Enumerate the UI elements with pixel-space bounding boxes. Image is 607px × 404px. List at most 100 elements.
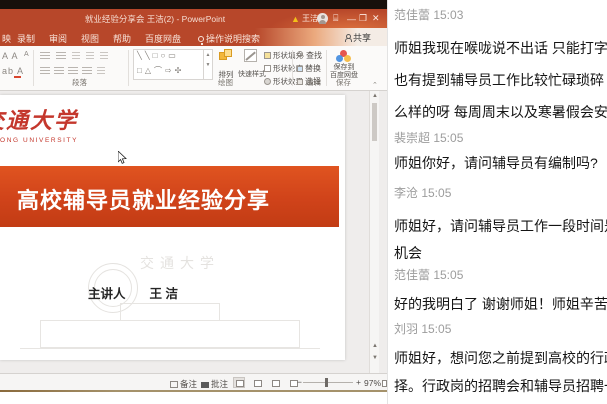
zoom-in-button[interactable]: + (356, 377, 361, 387)
tab-slideshow-partial[interactable]: 映 (2, 32, 11, 45)
university-logo-en: AOTONG UNIVERSITY (0, 137, 78, 144)
watermark-building-top (120, 303, 220, 321)
bullets-button[interactable] (40, 52, 50, 61)
line-spacing-button[interactable] (100, 52, 108, 61)
shape-outline-icon (264, 65, 271, 72)
divider (292, 50, 293, 86)
shape-fill-icon (264, 52, 271, 59)
chat-message: 也有提到辅导员工作比较忙碌琐碎 那么具 (394, 70, 607, 90)
notes-toggle[interactable]: 备注 (170, 378, 197, 390)
comments-icon (201, 382, 209, 388)
align-right-button[interactable] (68, 67, 78, 76)
quick-styles-icon (244, 49, 257, 62)
replace-button[interactable]: 替换 (297, 63, 321, 74)
chat-message: 师姐你好，请问辅导员有编制吗? (394, 153, 607, 173)
normal-view-button[interactable] (233, 377, 245, 388)
watermark-text: 交通大学 (140, 253, 220, 273)
clear-format-button[interactable]: A (24, 51, 31, 58)
chat-author-time: 裴崇超 15:05 (394, 129, 607, 146)
chat-author-time: 刘羽 15:05 (394, 320, 607, 337)
scroll-up-icon[interactable]: ▲ (370, 93, 380, 99)
window-title: 就业经验分享会 王洁(2) - PowerPoint (55, 13, 255, 25)
warning-icon: ▲ (291, 12, 300, 25)
watermark-building (40, 320, 300, 348)
user-avatar[interactable] (317, 13, 328, 24)
fit-to-window-button[interactable] (379, 377, 387, 388)
tab-view[interactable]: 视图 (81, 32, 99, 45)
comments-toggle[interactable]: 批注 (201, 378, 228, 390)
chat-message: 师姐好，请问辅导员工作一段时间是不是有 (394, 216, 607, 236)
chat-author-time: 李沧 15:05 (394, 184, 607, 201)
previous-slide-button[interactable]: ▲ (370, 343, 380, 349)
divider (33, 50, 34, 86)
tab-review[interactable]: 审阅 (49, 32, 67, 45)
align-left-button[interactable] (40, 67, 50, 76)
select-cursor-icon (297, 79, 303, 85)
watermark-groundline (20, 348, 320, 349)
zoom-out-button[interactable]: − (297, 377, 302, 387)
replace-icon (297, 66, 303, 72)
chat-message: 么样的呀 每周周末以及寒暑假会安排工作 (394, 102, 607, 122)
arrange-icon (219, 49, 233, 62)
drawing-group-label: 绘图 (218, 77, 233, 88)
shapes-row-1: ╲╲□○▭ (137, 51, 179, 60)
status-bar: 备注 批注 − + 97% (0, 373, 387, 390)
search-icon (297, 51, 304, 58)
tab-baidu-netdisk[interactable]: 百度网盘 (145, 32, 181, 45)
zoom-slider-track[interactable] (303, 382, 353, 383)
font-color-buttons[interactable]: ab A (2, 66, 24, 76)
align-center-button[interactable] (54, 67, 64, 76)
shape-effects-icon (264, 78, 271, 85)
zoom-slider-thumb[interactable] (325, 378, 328, 387)
slide-editing-area: 交通大学 AOTONG UNIVERSITY 高校辅导员就业经验分享 交通大学 (0, 91, 387, 373)
close-button[interactable]: ✕ (372, 12, 385, 25)
columns-button[interactable] (97, 67, 105, 76)
chat-author-time: 范佳蕾 15:05 (394, 266, 607, 283)
tab-help[interactable]: 帮助 (113, 32, 131, 45)
presenter-label: 主讲人 (88, 287, 126, 301)
slide-title: 高校辅导员就业经验分享 (17, 183, 270, 215)
paragraph-group-label: 段落 (72, 77, 87, 88)
video-top-edge (0, 0, 387, 9)
baidu-netdisk-icon[interactable] (336, 50, 352, 63)
restore-button[interactable]: ❐ (359, 12, 372, 25)
justify-button[interactable] (82, 67, 92, 76)
quick-styles-button[interactable]: 快速样式 (238, 49, 262, 79)
chat-panel[interactable]: 范佳蕾 15:03 师姐我现在喉咙说不出话 只能打字了 想问 也有提到辅导员工作… (387, 0, 607, 404)
next-slide-button[interactable]: ▼ (370, 355, 380, 361)
decrease-indent-button[interactable] (72, 52, 80, 61)
scrollbar-thumb[interactable] (372, 103, 377, 141)
title-banner[interactable]: 高校辅导员就业经验分享 (0, 166, 339, 227)
presenter-line[interactable]: 主讲人王 洁 (88, 283, 178, 302)
shapes-gallery[interactable]: ╲╲□○▭ □△⌒⇨✣ ▲▼ (133, 49, 213, 80)
ribbon-tab-row: 映 录制 审阅 视图 帮助 百度网盘 操作说明搜索 共享 (0, 28, 387, 46)
collapse-ribbon-icon[interactable]: ⌃ (372, 81, 378, 89)
tell-me-search[interactable]: 操作说明搜索 (198, 32, 260, 45)
notes-icon (170, 381, 178, 388)
font-size-buttons[interactable]: A A (2, 51, 19, 61)
ribbon-display-options-button[interactable]: ⌸ (333, 12, 346, 25)
reading-view-button[interactable] (269, 377, 281, 388)
university-logo: 交通大学 AOTONG UNIVERSITY (0, 103, 78, 144)
slide-canvas[interactable]: 交通大学 AOTONG UNIVERSITY 高校辅导员就业经验分享 交通大学 (0, 95, 345, 360)
titlebar-user-name: 王洁 (302, 12, 318, 25)
powerpoint-window: 就业经验分享会 王洁(2) - PowerPoint ▲ 王洁 ⌸ — ❐ ✕ … (0, 0, 387, 392)
save-group-label: 保存 (336, 77, 351, 88)
university-logo-cn: 交通大学 (0, 103, 78, 135)
mouse-cursor (118, 151, 127, 164)
avatar-head (321, 15, 325, 19)
divider (128, 50, 129, 86)
vertical-scrollbar[interactable]: ▲ ▲ ▼ (369, 91, 379, 373)
slide-sorter-view-button[interactable] (251, 377, 263, 388)
find-button[interactable]: 查找 (297, 50, 322, 61)
shapes-scroll-buttons[interactable]: ▲▼ (203, 50, 212, 79)
chat-message: 机会 (394, 243, 607, 263)
share-button[interactable]: 共享 (344, 31, 371, 44)
increase-indent-button[interactable] (86, 52, 94, 61)
numbering-button[interactable] (56, 52, 66, 61)
screen: 就业经验分享会 王洁(2) - PowerPoint ▲ 王洁 ⌸ — ❐ ✕ … (0, 0, 607, 404)
person-icon (344, 34, 351, 42)
lightbulb-icon (198, 36, 204, 42)
tab-record[interactable]: 录制 (17, 32, 35, 45)
arrange-button[interactable]: 排列 (214, 49, 238, 80)
